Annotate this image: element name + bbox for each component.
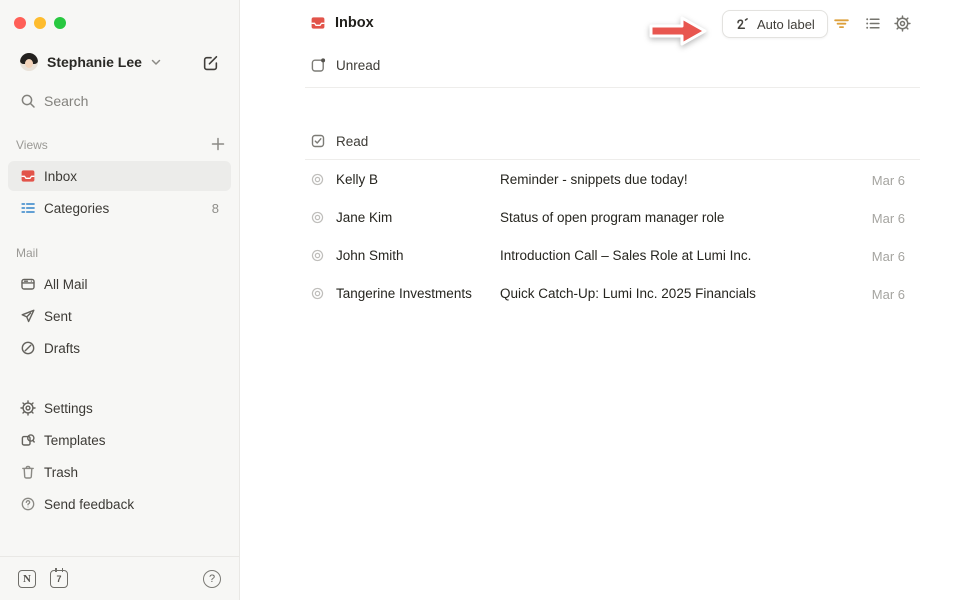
sidebar-item-label: Templates	[44, 433, 106, 448]
sidebar: Stephanie Lee Search Views Inbox Categor…	[0, 0, 240, 600]
email-list: Kelly B Reminder - snippets due today! M…	[241, 161, 960, 313]
send-icon	[20, 308, 36, 324]
sidebar-item-trash[interactable]: Trash	[8, 457, 231, 487]
view-settings-gear-button[interactable]	[894, 15, 911, 32]
read-label: Read	[336, 134, 368, 149]
read-section-header[interactable]: Read	[310, 130, 368, 152]
search-input[interactable]: Search	[8, 86, 231, 116]
question-circle-icon	[20, 496, 36, 512]
sidebar-item-label: All Mail	[44, 277, 88, 292]
annotation-arrow-icon	[647, 13, 711, 49]
avatar	[20, 53, 38, 71]
email-sender: Tangerine Investments	[336, 286, 496, 301]
sidebar-item-categories[interactable]: Categories 8	[8, 193, 231, 223]
categories-list-icon	[20, 200, 36, 216]
email-date: Mar 6	[872, 173, 905, 188]
all-mail-icon	[20, 276, 36, 292]
add-view-button[interactable]	[211, 137, 225, 151]
unread-section-header[interactable]: Unread	[310, 54, 380, 76]
sidebar-item-send-feedback[interactable]: Send feedback	[8, 489, 231, 519]
sidebar-item-label: Send feedback	[44, 497, 134, 512]
mail-section-label: Mail	[16, 246, 38, 260]
window-controls	[14, 17, 66, 29]
read-status-icon[interactable]	[310, 286, 325, 301]
sidebar-item-label: Inbox	[44, 169, 77, 184]
sidebar-item-all-mail[interactable]: All Mail	[8, 269, 231, 299]
email-date: Mar 6	[872, 249, 905, 264]
help-icon[interactable]: ?	[203, 570, 221, 588]
inbox-icon	[310, 15, 326, 31]
account-switcher[interactable]: Stephanie Lee	[8, 48, 231, 76]
minimize-window-button[interactable]	[34, 17, 46, 29]
profile-name: Stephanie Lee	[47, 54, 142, 70]
templates-icon	[20, 432, 36, 448]
page-title: Inbox	[335, 15, 374, 31]
chevron-down-icon	[151, 57, 161, 67]
email-date: Mar 6	[872, 287, 905, 302]
gear-icon	[20, 400, 36, 416]
email-row[interactable]: Jane Kim Status of open program manager …	[241, 199, 960, 237]
search-label: Search	[44, 93, 88, 109]
email-subject: Reminder - snippets due today!	[500, 172, 840, 187]
sidebar-item-label: Trash	[44, 465, 78, 480]
filter-button[interactable]	[833, 15, 850, 32]
email-sender: Jane Kim	[336, 210, 496, 225]
draft-pencil-icon	[20, 340, 36, 356]
sidebar-item-sent[interactable]: Sent	[8, 301, 231, 331]
read-status-icon[interactable]	[310, 172, 325, 187]
section-divider	[305, 87, 920, 88]
read-status-icon[interactable]	[310, 210, 325, 225]
sidebar-item-templates[interactable]: Templates	[8, 425, 231, 455]
sidebar-item-inbox[interactable]: Inbox	[8, 161, 231, 191]
trash-icon	[20, 464, 36, 480]
close-window-button[interactable]	[14, 17, 26, 29]
sidebar-item-label: Sent	[44, 309, 72, 324]
email-subject: Quick Catch-Up: Lumi Inc. 2025 Financial…	[500, 286, 840, 301]
mail-list-pane: Inbox Auto label Unread Read	[241, 0, 960, 600]
zoom-window-button[interactable]	[54, 17, 66, 29]
sidebar-item-label: Categories	[44, 201, 109, 216]
sidebar-footer: N 7 ?	[0, 556, 239, 600]
email-row[interactable]: Tangerine Investments Quick Catch-Up: Lu…	[241, 275, 960, 313]
views-section-label: Views	[16, 138, 48, 152]
main-header: Inbox	[310, 13, 374, 33]
read-status-icon[interactable]	[310, 248, 325, 263]
categories-count-badge: 8	[212, 201, 219, 216]
search-icon	[20, 93, 36, 109]
unread-label: Unread	[336, 58, 380, 73]
sidebar-item-settings[interactable]: Settings	[8, 393, 231, 423]
notion-mail-app-icon[interactable]: N	[18, 570, 36, 588]
compose-button[interactable]	[202, 54, 219, 71]
list-view-button[interactable]	[864, 15, 881, 32]
sidebar-item-drafts[interactable]: Drafts	[8, 333, 231, 363]
calendar-app-icon[interactable]: 7	[50, 570, 68, 588]
section-divider	[305, 159, 920, 160]
auto-label-icon	[735, 17, 749, 31]
email-sender: John Smith	[336, 248, 496, 263]
email-subject: Introduction Call – Sales Role at Lumi I…	[500, 248, 840, 263]
unread-icon	[310, 57, 326, 73]
email-sender: Kelly B	[336, 172, 496, 187]
email-row[interactable]: Kelly B Reminder - snippets due today! M…	[241, 161, 960, 199]
sidebar-item-label: Settings	[44, 401, 93, 416]
sidebar-item-label: Drafts	[44, 341, 80, 356]
inbox-icon	[20, 168, 36, 184]
email-row[interactable]: John Smith Introduction Call – Sales Rol…	[241, 237, 960, 275]
email-subject: Status of open program manager role	[500, 210, 840, 225]
auto-label-button-label: Auto label	[757, 17, 815, 32]
auto-label-button[interactable]: Auto label	[722, 10, 828, 38]
checkbox-checked-icon	[310, 133, 326, 149]
email-date: Mar 6	[872, 211, 905, 226]
